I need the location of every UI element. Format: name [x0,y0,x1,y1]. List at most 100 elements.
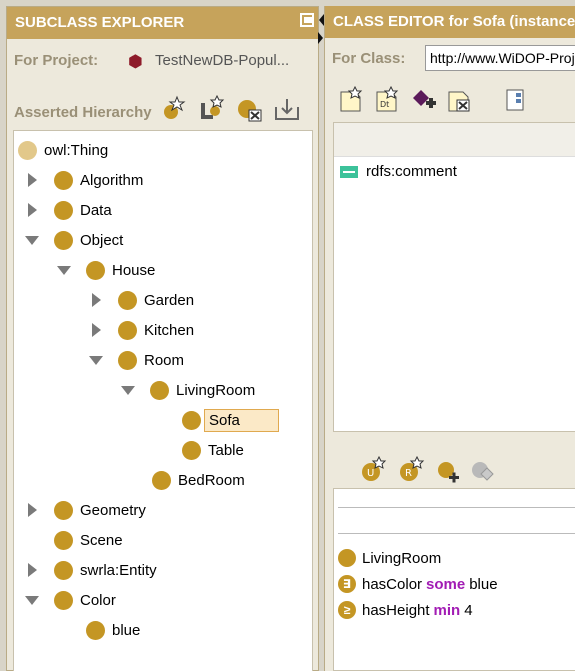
tree-node-sofa[interactable]: Sofa [182,407,279,433]
svg-text:Dt: Dt [380,100,389,109]
tree-node-kitchen[interactable]: Kitchen [90,317,194,343]
add-named-class-icon[interactable] [435,458,463,486]
remove-superclass-icon-disabled[interactable] [469,458,497,486]
tree-node-label: Geometry [80,501,146,519]
tree-node-data[interactable]: Data [26,197,112,223]
class-icon [54,500,73,520]
create-restriction-icon[interactable]: R [397,456,425,484]
tree-node-label: Scene [80,531,123,549]
tree-node-color[interactable]: Color [26,587,116,613]
collapse-arrow-icon[interactable] [90,353,102,367]
collapse-arrow-icon[interactable] [26,233,38,247]
tree-node-label: Kitchen [144,321,195,339]
expand-arrow-icon[interactable] [26,503,38,517]
tree-node-label: Color [80,591,116,609]
annotation-toolbar: Dt [325,84,575,120]
condition-value: blue [469,575,498,593]
delete-class-icon[interactable] [235,95,263,123]
class-icon [118,320,137,340]
expand-arrow-icon[interactable] [90,293,102,307]
annotation-property-icon [340,165,358,178]
tree-node-algorithm[interactable]: Algorithm [26,167,143,193]
hierarchy-label: Asserted Hierarchy [14,104,152,121]
class-editor-panel: CLASS EDITOR for Sofa (instance of owl:C… [324,6,575,671]
tree-node-geometry[interactable]: Geometry [26,497,146,523]
class-editor-title: CLASS EDITOR for Sofa (instance of owl:C… [333,13,575,30]
tree-node-livingroom[interactable]: LivingRoom [122,377,255,403]
collapse-arrow-icon[interactable] [58,263,70,277]
tree-node-object[interactable]: Object [26,227,123,253]
tree-node-room[interactable]: Room [90,347,184,373]
condition-row-hascolor[interactable]: ∃ hasColor some blue [338,575,498,593]
tree-node-label: blue [112,621,141,639]
tree-node-label: Data [80,201,112,219]
class-uri-field[interactable]: http://www.WiDOP-Project.org [425,45,575,71]
create-subclass-icon[interactable] [159,95,187,123]
project-label: For Project: [14,52,99,69]
add-resource-icon[interactable] [411,86,439,114]
annotation-row[interactable]: rdfs:comment [340,163,457,180]
annotation-label: rdfs:comment [366,163,457,180]
condition-row-livingroom[interactable]: LivingRoom [338,549,441,567]
tree-node-label: LivingRoom [176,381,256,399]
conditions-separator [338,507,575,508]
create-sibling-class-icon[interactable] [197,95,225,123]
condition-text: LivingRoom [362,549,442,567]
tree-node-owl-thing[interactable]: owl:Thing [18,137,108,163]
tree-node-label: Algorithm [80,171,144,189]
expand-arrow-icon[interactable] [26,563,38,577]
condition-property: hasColor [362,575,423,593]
class-icon [182,410,201,430]
subclass-explorer-header: SUBCLASS EXPLORER [7,7,318,39]
maximize-icon[interactable] [300,13,314,27]
class-icon [54,530,73,550]
svg-text:U: U [367,468,374,479]
for-class-row: For Class: http://www.WiDOP-Project.org [325,38,575,80]
conditions-toolbar: U R [325,454,575,490]
condition-property: hasHeight [362,601,430,619]
annotations-table-header [334,123,575,157]
collapse-arrow-icon[interactable] [122,383,134,397]
class-icon [152,470,171,490]
tree-node-label: Garden [144,291,195,309]
tree-node-table[interactable]: Table [182,437,244,463]
tree-node-house[interactable]: House [58,257,155,283]
tree-node-bedroom[interactable]: BedRoom [152,467,245,493]
condition-value: 4 [464,601,473,619]
expand-arrow-icon[interactable] [90,323,102,337]
view-toggle-icon[interactable] [503,88,527,112]
condition-row-hasheight[interactable]: ≥ hasHeight min 4 [338,601,473,619]
tree-node-scene[interactable]: Scene [54,527,123,553]
expand-arrow-icon[interactable] [26,203,38,217]
tree-node-label: owl:Thing [44,141,109,159]
app-frame: SUBCLASS EXPLORER For Project: ⬢ TestNew… [0,0,575,671]
tree-node-label: Room [144,351,185,369]
class-icon [182,440,201,460]
project-icon: ⬢ [128,52,143,71]
tree-node-blue[interactable]: blue [86,617,140,643]
tree-node-swrla-entity[interactable]: swrla:Entity [26,557,157,583]
move-class-icon[interactable] [273,95,301,123]
some-restriction-icon: ∃ [338,575,356,593]
expand-arrow-icon[interactable] [26,173,38,187]
tree-node-label: Object [80,231,124,249]
project-name[interactable]: TestNewDB-Popul... [155,52,315,69]
tree-node-garden[interactable]: Garden [90,287,194,313]
conditions-panel: LivingRoom ∃ hasColor some blue ≥ hasHei… [333,488,575,671]
create-named-superclass-icon[interactable]: U [359,456,387,484]
class-icon [118,290,137,310]
create-datatype-annotation-icon[interactable]: Dt [373,86,401,114]
class-icon [86,620,105,640]
class-editor-header: CLASS EDITOR for Sofa (instance of owl:C… [325,6,575,38]
class-tree: owl:Thing Algorithm Data Object House Ga… [13,130,313,671]
conditions-separator [338,533,575,534]
class-icon [338,549,356,567]
subclass-explorer-panel: SUBCLASS EXPLORER For Project: ⬢ TestNew… [6,6,319,671]
delete-annotation-icon[interactable] [445,86,473,114]
collapse-arrow-icon[interactable] [26,593,38,607]
for-class-label: For Class: [332,50,406,67]
create-annotation-icon[interactable] [337,86,365,114]
class-icon [18,140,37,160]
condition-keyword: some [426,575,466,593]
svg-text:R: R [405,468,412,479]
